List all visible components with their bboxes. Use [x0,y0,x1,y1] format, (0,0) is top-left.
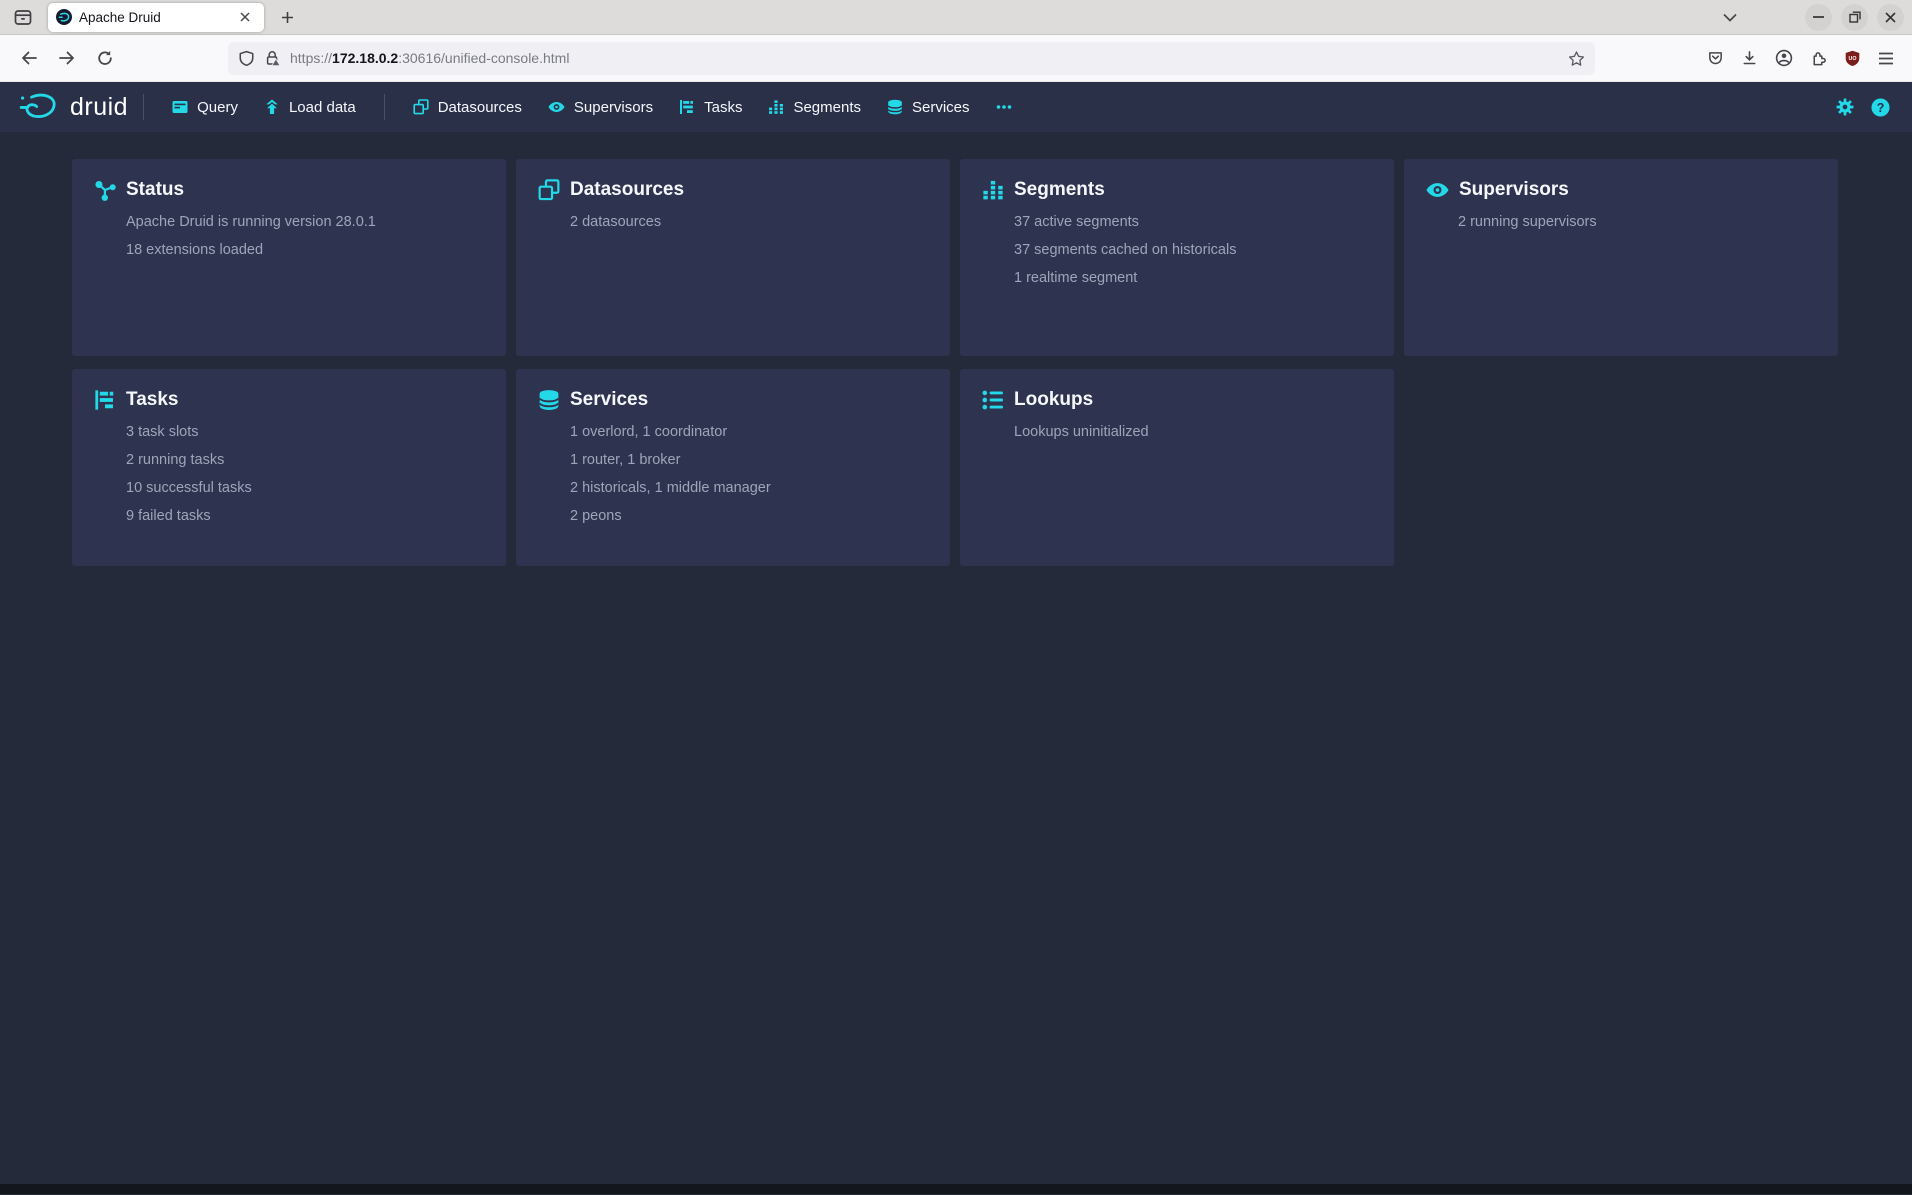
back-icon[interactable] [13,42,45,74]
status-line: 2 peons [570,509,932,524]
bookmark-star-icon[interactable] [1568,50,1585,67]
insecure-lock-icon[interactable] [264,50,281,67]
druid-logo[interactable]: druid [18,91,128,123]
graph-icon [94,179,116,201]
home-view: Status Apache Druid is running version 2… [0,132,1912,1184]
new-tab-icon[interactable] [272,2,302,32]
browser-tab-strip: Apache Druid [0,0,1912,35]
tasks-card[interactable]: Tasks 3 task slots 2 running tasks 10 su… [72,369,506,566]
status-line: 2 running tasks [126,453,488,468]
tab-title: Apache Druid [79,10,227,25]
nav-item-supervisors[interactable]: Supervisors [535,82,666,132]
gantt-chart-icon [94,389,116,411]
status-line: 37 active segments [1014,215,1376,230]
svg-text:UO: UO [1849,56,1857,62]
card-title: Lookups [1014,389,1093,411]
window-restore-button[interactable] [1841,4,1868,31]
reload-icon[interactable] [89,42,121,74]
stacked-chart-icon [768,99,784,115]
status-card[interactable]: Status Apache Druid is running version 2… [72,159,506,356]
browser-tab[interactable]: Apache Druid [48,3,264,32]
lookups-card[interactable]: Lookups Lookups uninitialized [960,369,1394,566]
tab-close-icon[interactable] [234,6,256,28]
url-text: https://172.18.0.2:30616/unified-console… [290,50,569,66]
card-title: Tasks [126,389,178,411]
database-icon [887,99,903,115]
nav-item-query[interactable]: Query [159,82,251,132]
browser-toolbar: https://172.18.0.2:30616/unified-console… [0,35,1912,82]
application-icon [172,99,188,115]
status-line: 2 historicals, 1 middle manager [570,481,932,496]
supervisors-card[interactable]: Supervisors 2 running supervisors [1404,159,1838,356]
bottom-strip [0,1184,1912,1194]
druid-favicon [56,9,72,25]
eye-open-icon [1426,179,1449,201]
segments-card[interactable]: Segments 37 active segments 37 segments … [960,159,1394,356]
eye-open-icon [548,99,565,115]
status-line: 1 router, 1 broker [570,453,932,468]
extensions-puzzle-icon[interactable] [1810,50,1827,67]
tracking-shield-icon[interactable] [238,50,255,67]
status-line: 1 realtime segment [1014,271,1376,286]
settings-gear-icon[interactable] [1836,98,1854,116]
status-line: 9 failed tasks [126,509,488,524]
nav-divider [143,94,144,120]
svg-text:?: ? [1877,100,1885,114]
status-line: 2 datasources [570,215,932,230]
pocket-icon[interactable] [1707,50,1724,67]
card-title: Segments [1014,179,1105,201]
window-minimize-button[interactable] [1805,4,1832,31]
ublock-shield-icon[interactable]: UO [1844,50,1861,67]
multi-cube-icon [413,99,429,115]
url-bar[interactable]: https://172.18.0.2:30616/unified-console… [228,42,1595,75]
database-icon [538,389,560,411]
firefox-view-icon[interactable] [8,2,38,32]
nav-item-tasks[interactable]: Tasks [666,82,755,132]
druid-navbar: druid Query Load data Da [0,82,1912,132]
card-title: Datasources [570,179,684,201]
status-line: 10 successful tasks [126,481,488,496]
gantt-chart-icon [679,99,695,115]
nav-item-segments[interactable]: Segments [755,82,874,132]
status-line: Lookups uninitialized [1014,425,1376,440]
datasources-card[interactable]: Datasources 2 datasources [516,159,950,356]
multi-cube-icon [538,179,560,201]
nav-item-load-data[interactable]: Load data [251,82,369,132]
account-icon[interactable] [1775,49,1793,67]
forward-icon[interactable] [51,42,83,74]
stacked-chart-icon [982,179,1004,201]
brand-name: druid [70,93,128,122]
status-line: 3 task slots [126,425,488,440]
properties-list-icon [982,389,1004,411]
menu-hamburger-icon[interactable] [1878,52,1894,65]
status-line: 18 extensions loaded [126,243,488,258]
services-card[interactable]: Services 1 overlord, 1 coordinator 1 rou… [516,369,950,566]
card-title: Services [570,389,648,411]
nav-item-datasources[interactable]: Datasources [400,82,535,132]
status-line: Apache Druid is running version 28.0.1 [126,215,488,230]
window-close-button[interactable] [1877,4,1904,31]
help-icon[interactable]: ? [1871,98,1890,117]
card-title: Supervisors [1459,179,1569,201]
status-line: 2 running supervisors [1458,215,1820,230]
card-title: Status [126,179,184,201]
status-line: 1 overlord, 1 coordinator [570,425,932,440]
download-icon[interactable] [1741,50,1758,67]
list-all-tabs-icon[interactable] [1716,3,1744,31]
nav-more-icon[interactable] [983,82,1025,132]
status-line: 37 segments cached on historicals [1014,243,1376,258]
upload-arrow-icon [264,99,280,115]
nav-divider [384,94,385,120]
nav-item-services[interactable]: Services [874,82,983,132]
